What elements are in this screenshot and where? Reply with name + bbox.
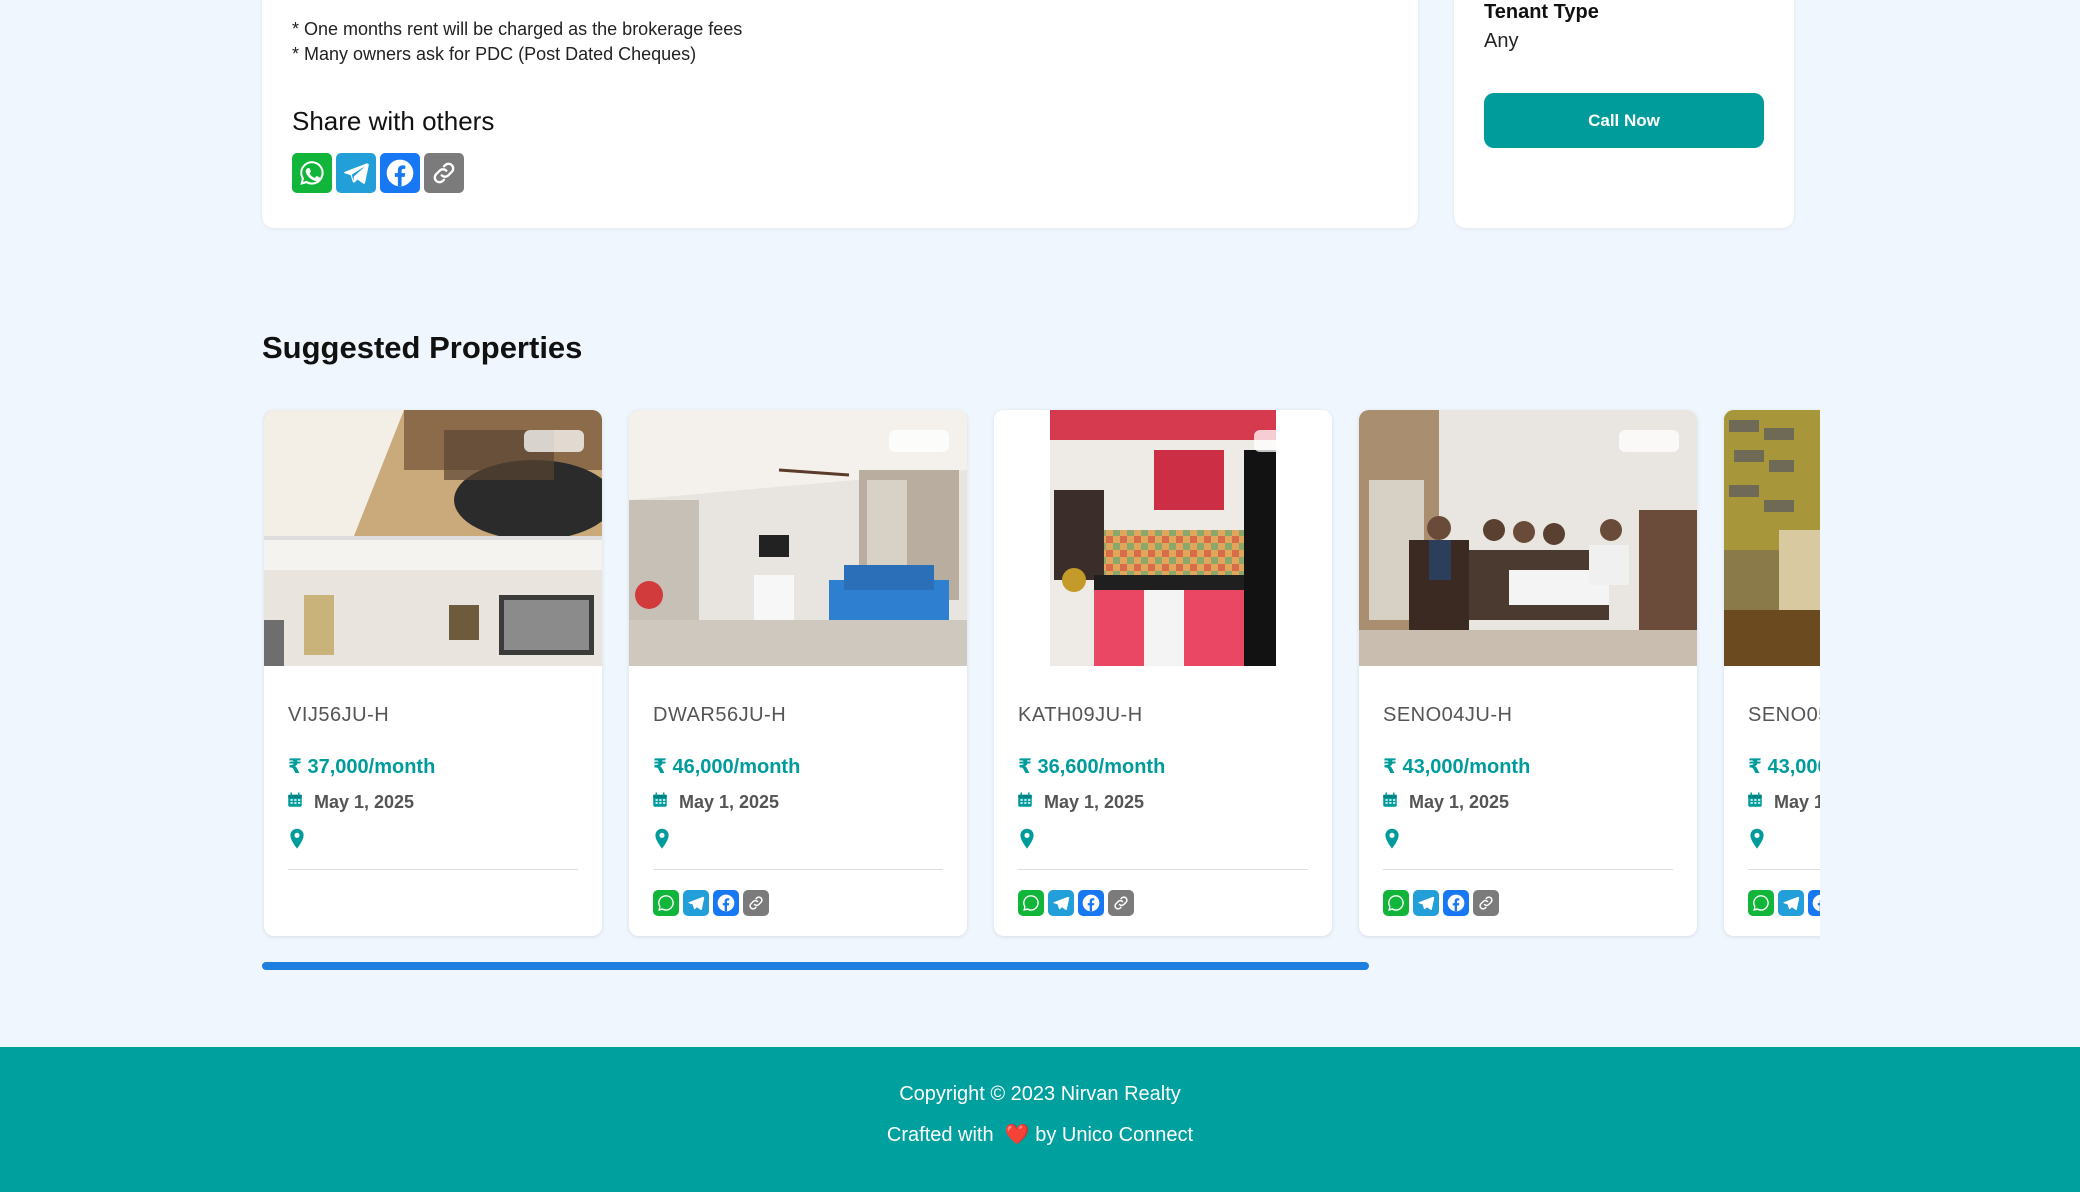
location-pin-icon: [653, 828, 671, 855]
tenant-card: Tenant Type Any Call Now: [1454, 0, 1794, 228]
telegram-icon[interactable]: [1778, 890, 1804, 916]
pdc-note: * Many owners ask for PDC (Post Dated Ch…: [292, 44, 697, 64]
whatsapp-icon[interactable]: [1018, 890, 1044, 916]
crafted-suffix: by Unico Connect: [1035, 1124, 1194, 1146]
telegram-icon[interactable]: [336, 153, 376, 193]
property-code[interactable]: DWAR56JU-H: [653, 704, 786, 727]
heart-icon: ❤️: [999, 1124, 1030, 1146]
copy-link-icon[interactable]: [743, 890, 769, 916]
call-now-button[interactable]: Call Now: [1484, 93, 1764, 148]
property-photo[interactable]: [994, 410, 1332, 666]
property-card[interactable]: VIJ56JU-H ₹ 37,000/month May 1, 2025: [264, 410, 602, 936]
property-code[interactable]: KATH09JU-H: [1018, 704, 1143, 727]
telegram-icon[interactable]: [1413, 890, 1439, 916]
carousel-scrollbar[interactable]: [262, 962, 1369, 970]
whatsapp-icon[interactable]: [653, 890, 679, 916]
calendar-icon: [286, 791, 304, 814]
calendar-icon: [1746, 791, 1764, 814]
property-date: May 1, 2025: [1409, 792, 1510, 812]
property-price: ₹ 36,600/month: [1018, 756, 1166, 778]
calendar-icon: [1381, 791, 1399, 814]
telegram-icon[interactable]: [683, 890, 709, 916]
location-pin-icon: [1018, 828, 1036, 855]
divider: [288, 869, 578, 870]
divider: [1383, 869, 1673, 870]
suggested-properties-carousel[interactable]: VIJ56JU-H ₹ 37,000/month May 1, 2025 DWA…: [262, 408, 1820, 940]
property-card[interactable]: KATH09JU-H ₹ 36,600/month May 1, 2025: [994, 410, 1332, 936]
property-date: May 1, 2025: [314, 792, 415, 812]
facebook-icon[interactable]: [1808, 890, 1820, 916]
telegram-icon[interactable]: [1048, 890, 1074, 916]
property-date: May 1, 2025: [1774, 792, 1820, 812]
share-title: Share with others: [292, 106, 495, 136]
whatsapp-icon[interactable]: [1748, 890, 1774, 916]
property-photo[interactable]: [1724, 410, 1820, 666]
copy-link-icon[interactable]: [424, 153, 464, 193]
property-date: May 1, 2025: [1044, 792, 1145, 812]
divider: [1018, 869, 1308, 870]
card-share-buttons: [1383, 890, 1499, 916]
facebook-icon[interactable]: [380, 153, 420, 193]
property-card[interactable]: SENO05JU-H ₹ 43,000/month May 1, 2025: [1724, 410, 1820, 936]
property-code[interactable]: VIJ56JU-H: [288, 704, 389, 727]
property-photo[interactable]: [629, 410, 967, 666]
facebook-icon[interactable]: [1078, 890, 1104, 916]
brokerage-note: * One months rent will be charged as the…: [292, 19, 743, 39]
share-buttons: [292, 153, 464, 193]
divider: [1748, 869, 1820, 870]
property-code[interactable]: SENO05JU-H: [1748, 704, 1820, 727]
section-title: Suggested Properties: [262, 330, 583, 365]
facebook-icon[interactable]: [1443, 890, 1469, 916]
footer: Copyright © 2023 Nirvan Realty Crafted w…: [0, 1047, 2080, 1192]
copy-link-icon[interactable]: [1108, 890, 1134, 916]
property-card[interactable]: DWAR56JU-H ₹ 46,000/month May 1, 2025: [629, 410, 967, 936]
location-pin-icon: [288, 828, 306, 855]
property-details-card: * One months rent will be charged as the…: [262, 0, 1418, 228]
calendar-icon: [1016, 791, 1034, 814]
location-pin-icon: [1748, 828, 1766, 855]
copyright-text: Copyright © 2023 Nirvan Realty: [899, 1083, 1181, 1105]
calendar-icon: [651, 791, 669, 814]
card-share-buttons: [653, 890, 769, 916]
property-price: ₹ 46,000/month: [653, 756, 801, 778]
property-card[interactable]: SENO04JU-H ₹ 43,000/month May 1, 2025: [1359, 410, 1697, 936]
location-pin-icon: [1383, 828, 1401, 855]
property-price: ₹ 37,000/month: [288, 756, 436, 778]
whatsapp-icon[interactable]: [292, 153, 332, 193]
divider: [653, 869, 943, 870]
card-share-buttons: [1018, 890, 1134, 916]
property-price: ₹ 43,000/month: [1383, 756, 1531, 778]
property-photo[interactable]: [1359, 410, 1697, 666]
card-share-buttons: [1748, 890, 1820, 916]
property-photo[interactable]: [264, 410, 602, 666]
facebook-icon[interactable]: [713, 890, 739, 916]
tenant-type-label: Tenant Type: [1484, 1, 1599, 23]
crafted-prefix: Crafted with: [886, 1124, 994, 1146]
whatsapp-icon[interactable]: [1383, 890, 1409, 916]
crafted-by-text: Crafted with ❤️ by Unico Connect: [0, 1122, 2080, 1147]
property-price: ₹ 43,000/month: [1748, 756, 1820, 778]
tenant-type-value: Any: [1484, 30, 1519, 52]
property-date: May 1, 2025: [679, 792, 780, 812]
property-code[interactable]: SENO04JU-H: [1383, 704, 1512, 727]
copy-link-icon[interactable]: [1473, 890, 1499, 916]
